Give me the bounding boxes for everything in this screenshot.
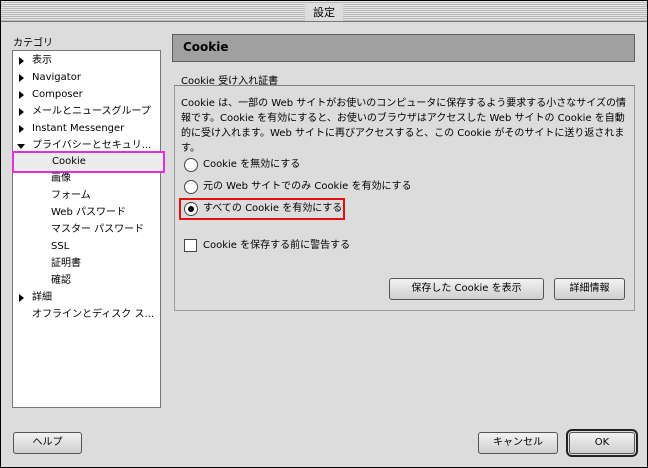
tree-item-label: オフラインとディスク ス... [32,309,155,320]
tree-item-validation[interactable]: 確認 [13,273,160,289]
tree-item-label: 画像 [51,173,71,184]
disclosure-triangle-icon[interactable] [19,108,24,116]
radio-label: 元の Web サイトでのみ Cookie を有効にする [203,181,412,192]
tree-item-label: SSL [51,241,70,252]
tree-item-label: Web パスワード [51,207,126,218]
radio-button[interactable] [184,180,198,194]
panel-header: Cookie [172,34,635,62]
tree-item-certificates[interactable]: 証明書 [13,256,160,272]
cancel-button[interactable]: キャンセル [478,432,558,454]
disclosure-triangle-icon[interactable] [19,74,24,82]
tree-item-label: 表示 [32,55,52,66]
radio-button[interactable] [184,158,198,172]
title-bar[interactable]: 設定 [1,1,647,22]
disclosure-triangle-icon[interactable] [19,294,24,302]
disclosure-triangle-open-icon[interactable] [17,144,25,149]
tree-item-ssl[interactable]: SSL [13,239,160,255]
disclosure-triangle-icon[interactable] [19,91,24,99]
tree-item-label: Cookie [52,156,86,167]
tree-item-label: Instant Messenger [32,123,125,134]
tree-item-label: 証明書 [51,258,81,269]
disclosure-triangle-icon[interactable] [19,125,24,133]
tree-item-label: マスター パスワード [51,224,145,235]
tree-item-web-passwords[interactable]: Web パスワード [13,205,160,221]
more-info-button[interactable]: 詳細情報 [554,278,625,300]
tree-item-label: フォーム [51,190,91,201]
category-tree[interactable]: 表示 Navigator Composer メールとニュースグループ Insta… [12,50,165,408]
category-label: カテゴリ [13,38,53,49]
help-button[interactable]: ヘルプ [13,432,82,454]
checkbox[interactable] [184,239,197,252]
tree-item-label: Composer [32,89,83,100]
tree-item-instant-messenger[interactable]: Instant Messenger [13,121,160,137]
tree-item-offline-disk[interactable]: オフラインとディスク ス... [13,307,160,323]
tree-item-label: Navigator [32,72,81,83]
tree-item-advanced[interactable]: 詳細 [13,290,160,306]
tree-item-label: メールとニュースグループ [32,106,151,117]
radio-label: Cookie を無効にする [203,159,301,170]
tree-item-composer[interactable]: Composer [13,87,160,103]
checkbox-label: Cookie を保存する前に警告する [203,240,351,251]
tree-item-privacy-security[interactable]: プライバシーとセキュリ... [13,138,160,154]
tree-item-master-password[interactable]: マスター パスワード [13,222,160,238]
cookie-description: Cookie は、一部の Web サイトがお使いのコンピュータに保存するよう要求… [181,98,626,154]
tree-item-label: 詳細 [32,292,52,303]
tree-item-label: プライバシーとセキュリ... [32,140,152,151]
tree-item-appearance[interactable]: 表示 [13,53,160,69]
disclosure-triangle-icon[interactable] [19,57,24,65]
ok-button[interactable]: OK [566,429,638,457]
tree-item-label: 確認 [51,275,71,286]
highlight-box [179,198,345,220]
tree-item-navigator[interactable]: Navigator [13,70,160,86]
panel-title: Cookie [183,40,229,54]
tree-item-cookie[interactable]: Cookie [12,151,165,173]
preferences-window: 設定 カテゴリ 表示 Navigator Composer メールとニュースグル… [0,0,648,468]
tree-item-images[interactable]: 画像 [13,171,160,187]
show-stored-cookies-button[interactable]: 保存した Cookie を表示 [389,278,544,300]
tree-item-forms[interactable]: フォーム [13,188,160,204]
tree-item-mail-news[interactable]: メールとニュースグループ [13,104,160,120]
window-title: 設定 [305,3,343,21]
